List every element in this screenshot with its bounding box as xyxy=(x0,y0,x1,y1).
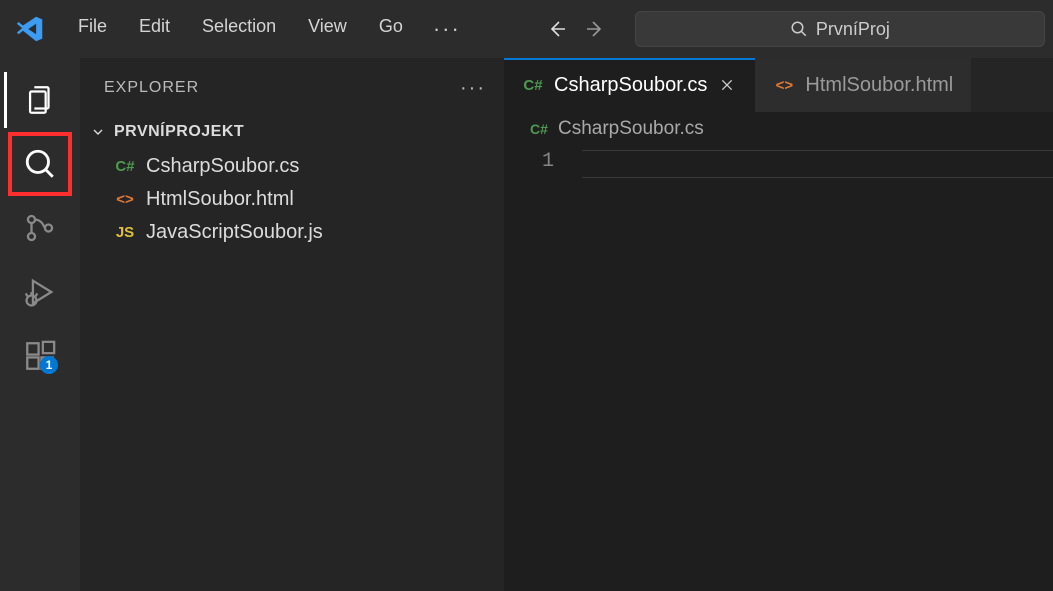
explorer-more-button[interactable]: ··· xyxy=(460,77,486,100)
breadcrumb[interactable]: C# CsharpSoubor.cs xyxy=(504,112,1053,146)
menu-selection[interactable]: Selection xyxy=(186,10,292,48)
csharp-file-icon: C# xyxy=(528,121,550,137)
file-name: HtmlSoubor.html xyxy=(146,188,294,211)
close-icon[interactable] xyxy=(717,75,737,95)
active-line[interactable] xyxy=(582,150,1053,178)
file-item-csharp[interactable]: C# CsharpSoubor.cs xyxy=(80,150,504,183)
editor-area: C# CsharpSoubor.cs <> HtmlSoubor.html C#… xyxy=(504,58,1053,591)
activity-extensions[interactable]: 1 xyxy=(8,324,72,388)
nav-back-button[interactable] xyxy=(543,15,571,43)
folder-name: PRVNÍPROJEKT xyxy=(114,123,244,141)
file-list: C# CsharpSoubor.cs <> HtmlSoubor.html JS… xyxy=(80,146,504,249)
html-file-icon: <> xyxy=(773,77,795,94)
activity-bar: 1 xyxy=(0,58,80,591)
nav-forward-button[interactable] xyxy=(581,15,609,43)
line-number: 1 xyxy=(504,150,554,173)
activity-source-control[interactable] xyxy=(8,196,72,260)
file-name: CsharpSoubor.cs xyxy=(146,155,299,178)
file-item-js[interactable]: JS JavaScriptSoubor.js xyxy=(80,216,504,249)
tab-csharp[interactable]: C# CsharpSoubor.cs xyxy=(504,58,755,112)
nav-arrows xyxy=(543,15,609,43)
line-gutter: 1 xyxy=(504,146,582,591)
tab-label: CsharpSoubor.cs xyxy=(554,74,707,97)
extensions-badge: 1 xyxy=(40,356,58,374)
js-file-icon: JS xyxy=(114,224,136,241)
explorer-title: EXPLORER xyxy=(104,79,199,97)
activity-explorer[interactable] xyxy=(8,68,72,132)
activity-run-debug[interactable] xyxy=(8,260,72,324)
explorer-sidebar: EXPLORER ··· PRVNÍPROJEKT C# CsharpSoubo… xyxy=(80,58,504,591)
code-content[interactable] xyxy=(582,146,1053,591)
search-placeholder-text: PrvníProj xyxy=(816,19,890,40)
html-file-icon: <> xyxy=(114,191,136,208)
title-bar: File Edit Selection View Go ··· PrvníPro… xyxy=(0,0,1053,58)
file-item-html[interactable]: <> HtmlSoubor.html xyxy=(80,183,504,216)
folder-header[interactable]: PRVNÍPROJEKT xyxy=(80,118,504,146)
breadcrumb-file: CsharpSoubor.cs xyxy=(558,118,704,140)
tab-label: HtmlSoubor.html xyxy=(805,74,953,97)
menu-go[interactable]: Go xyxy=(363,10,419,48)
code-editor[interactable]: 1 xyxy=(504,146,1053,591)
command-center-search[interactable]: PrvníProj xyxy=(635,11,1045,47)
menu-file[interactable]: File xyxy=(62,10,123,48)
menu-edit[interactable]: Edit xyxy=(123,10,186,48)
csharp-file-icon: C# xyxy=(522,77,544,94)
explorer-header: EXPLORER ··· xyxy=(80,58,504,118)
chevron-down-icon xyxy=(88,122,108,142)
file-name: JavaScriptSoubor.js xyxy=(146,221,323,244)
activity-search[interactable] xyxy=(8,132,72,196)
vscode-logo-icon xyxy=(14,13,46,45)
editor-tabs: C# CsharpSoubor.cs <> HtmlSoubor.html xyxy=(504,58,1053,112)
tab-html[interactable]: <> HtmlSoubor.html xyxy=(755,58,971,112)
csharp-file-icon: C# xyxy=(114,158,136,175)
menu-overflow[interactable]: ··· xyxy=(419,10,475,48)
menu-view[interactable]: View xyxy=(292,10,363,48)
menu-bar: File Edit Selection View Go ··· xyxy=(62,10,475,48)
